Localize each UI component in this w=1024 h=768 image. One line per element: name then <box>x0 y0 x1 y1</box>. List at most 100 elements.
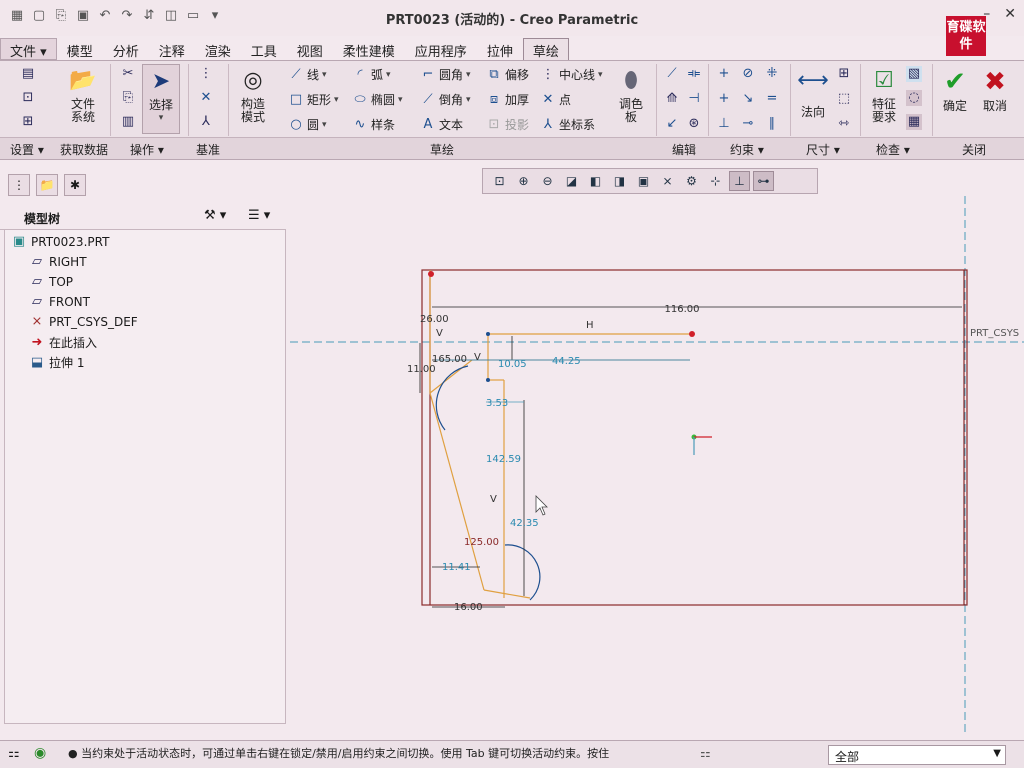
chamfer-button[interactable]: ⟋ 倒角 ▾ <box>420 91 470 108</box>
zoom-in-icon[interactable]: ⊕ <box>513 171 534 191</box>
tab-extrude[interactable]: 拉伸 <box>477 38 523 60</box>
repaint-icon[interactable]: ◪ <box>561 171 582 191</box>
offset-button[interactable]: ⧉ 偏移 <box>486 66 529 83</box>
horizontal-constraint-icon[interactable]: + <box>716 91 732 107</box>
line-button[interactable]: ⟋ 线 ▾ <box>288 66 326 83</box>
highlight-open-ends-icon[interactable]: ◌ <box>906 90 922 106</box>
select-button[interactable]: ➤ 选择 ▾ <box>142 64 180 134</box>
rectangle-button[interactable]: □ 矩形 ▾ <box>288 91 339 108</box>
coord-sys-button[interactable]: ⅄ 坐标系 <box>540 116 595 133</box>
tab-applications[interactable]: 应用程序 <box>405 38 477 60</box>
graphics-window[interactable]: 116.00 26.00 11.00 165.00 10.05 44.25 3.… <box>286 196 1024 736</box>
ellipse-button[interactable]: ⬭ 椭圆 ▾ <box>352 91 402 108</box>
saved-views-icon[interactable]: ◨ <box>609 171 630 191</box>
tab-tools[interactable]: 工具 <box>241 38 287 60</box>
tab-analysis[interactable]: 分析 <box>103 38 149 60</box>
group-setup[interactable]: 设置 ▾ <box>10 141 44 158</box>
tree-item-top[interactable]: ▱ TOP <box>29 274 73 290</box>
centerline-datum-icon[interactable]: ⋮ <box>198 66 214 82</box>
copy-icon[interactable]: ⎘ <box>120 90 136 106</box>
datum-csys-icon[interactable]: ⅄ <box>198 114 214 130</box>
tree-item-part[interactable]: ▣ PRT0023.PRT <box>11 234 110 250</box>
group-operations[interactable]: 操作 ▾ <box>130 141 164 158</box>
spin-center-icon[interactable]: ⊹ <box>705 171 726 191</box>
text-button[interactable]: A 文本 <box>420 116 463 133</box>
midpoint-constraint-icon[interactable]: ↘ <box>740 91 756 107</box>
browser-icon[interactable]: ◉ <box>34 745 46 761</box>
folder-browser-tab-icon[interactable]: 📁 <box>36 174 58 196</box>
display-style-icon[interactable]: ◧ <box>585 171 606 191</box>
coincident-constraint-icon[interactable]: ⊸ <box>740 116 756 132</box>
equal-constraint-icon[interactable]: = <box>764 91 780 107</box>
divide-icon[interactable]: ⟰ <box>664 91 680 107</box>
delete-segment-icon[interactable]: ⊣ <box>686 91 702 107</box>
vertex-display-icon[interactable]: ⊶ <box>753 171 774 191</box>
rotate-resize-icon[interactable]: ⊛ <box>686 116 702 132</box>
cut-icon[interactable]: ✂ <box>120 66 136 82</box>
sketch-setup-icon[interactable]: ▤ <box>20 66 36 82</box>
group-dimension[interactable]: 尺寸 ▾ <box>806 141 840 158</box>
spline-button[interactable]: ∿ 样条 <box>352 116 395 133</box>
overlap-geometry-icon[interactable]: ▧ <box>906 66 922 82</box>
tab-model[interactable]: 模型 <box>57 38 103 60</box>
file-system-button[interactable]: 📂 文件系统 <box>62 64 104 124</box>
show-icon[interactable]: ☰ ▾ <box>248 208 270 223</box>
view-manager-icon[interactable]: ▣ <box>633 171 654 191</box>
shade-closed-loops-icon[interactable]: ▦ <box>906 114 922 130</box>
cancel-button[interactable]: ✖ 取消 <box>978 66 1012 113</box>
tangent-constraint-icon[interactable]: ⊘ <box>740 66 756 82</box>
paste-icon[interactable]: ▥ <box>120 114 136 130</box>
group-constrain[interactable]: 约束 ▾ <box>730 141 764 158</box>
palette-button[interactable]: ⬮ 调色板 <box>612 64 650 124</box>
tab-view[interactable]: 视图 <box>287 38 333 60</box>
normal-dimension-button[interactable]: ⟷ 法向 <box>796 64 830 119</box>
tree-item-csys[interactable]: ⨯ PRT_CSYS_DEF <box>29 314 138 330</box>
mirror-icon[interactable]: ⟚ <box>686 66 702 82</box>
reference-dim-icon[interactable]: ⬚ <box>836 91 852 107</box>
datum-point-icon[interactable]: ✕ <box>198 90 214 106</box>
fillet-button[interactable]: ⌐ 圆角 ▾ <box>420 66 471 83</box>
modify-icon[interactable]: ⟋ <box>664 66 680 82</box>
tree-settings-icon[interactable]: ⚒ ▾ <box>204 208 226 223</box>
close-icon[interactable]: ✕ <box>1004 6 1016 22</box>
coord-sys-icon: ⅄ <box>544 116 552 132</box>
tree-item-extrude[interactable]: ⬓ 拉伸 1 <box>29 354 85 371</box>
model-tree-tab-icon[interactable]: ⋮ <box>8 174 30 196</box>
zoom-out-icon[interactable]: ⊖ <box>537 171 558 191</box>
tab-annotate[interactable]: 注释 <box>149 38 195 60</box>
references-icon[interactable]: ⊡ <box>20 90 36 106</box>
tab-file[interactable]: 文件 ▾ <box>0 38 57 60</box>
centerline-button[interactable]: ⋮ 中心线 ▾ <box>540 66 603 83</box>
symmetric-constraint-icon[interactable]: ⁜ <box>764 66 780 82</box>
thicken-button[interactable]: ⧈ 加厚 <box>486 91 529 108</box>
arc-button[interactable]: ◜ 弧 ▾ <box>352 66 390 83</box>
refit-icon[interactable]: ⊡ <box>489 171 510 191</box>
feature-requirements-button[interactable]: ☑ 特征要求 <box>864 64 904 124</box>
selection-filter[interactable]: 全部 ▼ <box>828 745 1006 765</box>
circle-button[interactable]: ○ 圆 ▾ <box>288 116 326 133</box>
corner-icon[interactable]: ↙ <box>664 116 680 132</box>
ok-button[interactable]: ✔ 确定 <box>938 66 972 113</box>
tree-item-front[interactable]: ▱ FRONT <box>29 294 90 310</box>
perimeter-icon[interactable]: ⊞ <box>836 66 852 82</box>
dimension-display-icon[interactable]: ⊥ <box>729 171 750 191</box>
parallel-constraint-icon[interactable]: ∥ <box>764 116 780 132</box>
toggle-navigator-icon[interactable]: ⚏ <box>8 746 20 761</box>
construction-mode-button[interactable]: ◎ 构造模式 <box>236 64 270 124</box>
tree-item-insert-here[interactable]: ➜ 在此插入 <box>29 334 97 351</box>
annotation-display-icon[interactable]: ⚙ <box>681 171 702 191</box>
tab-sketch[interactable]: 草绘 <box>522 38 569 60</box>
datum-display-icon[interactable]: ⨯ <box>657 171 678 191</box>
tree-item-right[interactable]: ▱ RIGHT <box>29 254 87 270</box>
sketch-view-icon[interactable]: ⊞ <box>20 114 36 130</box>
point-button[interactable]: ✕ 点 <box>540 91 571 108</box>
tab-render[interactable]: 渲染 <box>195 38 241 60</box>
perpendicular-constraint-icon[interactable]: ⊥ <box>716 116 732 132</box>
tab-flexible-modeling[interactable]: 柔性建模 <box>333 38 405 60</box>
baseline-icon[interactable]: ⇿ <box>836 116 852 132</box>
vertical-constraint-icon[interactable]: + <box>716 66 732 82</box>
selection-filter-icon[interactable]: ⚏ <box>700 746 711 760</box>
favorites-tab-icon[interactable]: ✱ <box>64 174 86 196</box>
group-inspect[interactable]: 检查 ▾ <box>876 141 910 158</box>
project-button[interactable]: ⊡ 投影 <box>486 116 529 133</box>
